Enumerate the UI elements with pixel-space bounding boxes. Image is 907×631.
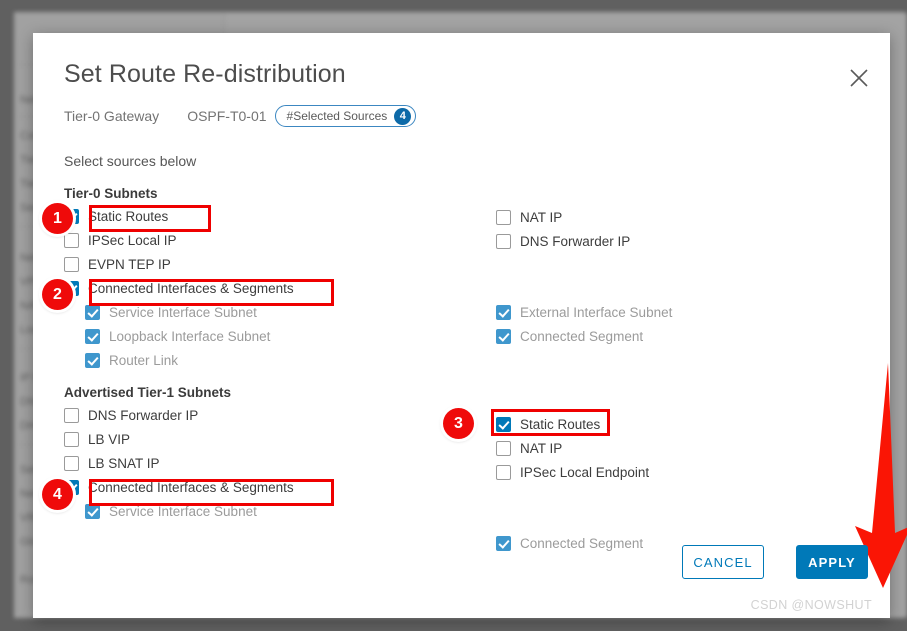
checkbox-label: Connected Segment (520, 329, 644, 344)
checkbox-row[interactable]: DNS Forwarder IP (496, 231, 826, 252)
checkbox-row[interactable]: LB SNAT IP (64, 453, 374, 474)
checkbox-row[interactable]: Service Interface Subnet (85, 501, 374, 522)
checkbox-label[interactable]: IPSec Local Endpoint (520, 465, 649, 480)
checkbox-row[interactable]: Connected Segment (496, 326, 826, 347)
tier0-subnets-title: Tier-0 Subnets (64, 186, 158, 201)
tier1-subnets-left-column: Advertised Tier-1 Subnets DNS Forwarder … (64, 385, 374, 525)
watermark: CSDN @NOWSHUT (750, 598, 872, 612)
checkbox-row[interactable]: EVPN TEP IP (64, 254, 374, 275)
checkbox-checked-icon (496, 305, 511, 320)
dialog-subtitle: Tier-0 Gateway OSPF-T0-01 #Selected Sour… (64, 105, 417, 127)
checkbox-label[interactable]: DNS Forwarder IP (520, 234, 630, 249)
checkbox-label[interactable]: NAT IP (520, 441, 562, 456)
checkbox-label[interactable]: NAT IP (520, 210, 562, 225)
checkbox-checked-icon (85, 329, 100, 344)
checkbox-unchecked-icon[interactable] (64, 233, 79, 248)
tier0-subnets-right-column: NAT IP DNS Forwarder IP External Interface… (496, 207, 826, 350)
checkbox-checked-icon[interactable] (496, 417, 511, 432)
annotation-badge-2: 2 (42, 279, 73, 310)
annotation-badge-3: 3 (443, 408, 474, 439)
gateway-type-label: Tier-0 Gateway (64, 108, 160, 124)
checkbox-row[interactable]: IPSec Local Endpoint (496, 462, 826, 483)
checkbox-label: Service Interface Subnet (109, 504, 257, 519)
checkbox-label[interactable]: DNS Forwarder IP (88, 408, 198, 423)
checkbox-label[interactable]: IPSec Local IP (88, 233, 177, 248)
checkbox-unchecked-icon[interactable] (496, 234, 511, 249)
checkbox-row[interactable]: Service Interface Subnet (85, 302, 374, 323)
checkbox-unchecked-icon[interactable] (64, 456, 79, 471)
checkbox-unchecked-icon[interactable] (496, 210, 511, 225)
checkbox-label[interactable]: LB VIP (88, 432, 130, 447)
tier0-subnets-left-column: Tier-0 Subnets Static Routes IPSec Local … (64, 186, 374, 374)
set-route-redistribution-dialog: Set Route Re-distribution Tier-0 Gateway… (33, 33, 907, 618)
checkbox-unchecked-icon[interactable] (496, 465, 511, 480)
checkbox-row[interactable]: NAT IP (496, 438, 826, 459)
checkbox-label[interactable]: EVPN TEP IP (88, 257, 171, 272)
checkbox-label[interactable]: LB SNAT IP (88, 456, 160, 471)
selected-sources-chip[interactable]: #Selected Sources 4 (274, 105, 417, 127)
close-icon[interactable] (846, 65, 872, 91)
checkbox-row[interactable]: NAT IP (496, 207, 826, 228)
tier1-subnets-title: Advertised Tier-1 Subnets (64, 385, 232, 400)
checkbox-label: Loopback Interface Subnet (109, 329, 271, 344)
annotation-badge-1: 1 (42, 203, 73, 234)
checkbox-row[interactable]: Router Link (85, 350, 374, 371)
checkbox-label: External Interface Subnet (520, 305, 673, 320)
checkbox-label: Router Link (109, 353, 179, 368)
checkbox-row[interactable]: Loopback Interface Subnet (85, 326, 374, 347)
checkbox-checked-icon (85, 353, 100, 368)
checkbox-row[interactable]: Connected Interfaces & Segments (64, 278, 374, 299)
gateway-name-label: OSPF-T0-01 (187, 108, 267, 124)
checkbox-row[interactable]: IPSec Local IP (64, 230, 374, 251)
select-sources-hint: Select sources below (64, 153, 197, 169)
checkbox-checked-icon (496, 329, 511, 344)
checkbox-row[interactable]: Connected Interfaces & Segments (64, 477, 374, 498)
checkbox-row[interactable]: LB VIP (64, 429, 374, 450)
checkbox-row[interactable]: Static Routes (64, 206, 374, 227)
dialog-footer: CANCEL APPLY CSDN @NOWSHUT (33, 532, 890, 618)
cancel-button[interactable]: CANCEL (682, 545, 764, 579)
checkbox-checked-icon (85, 504, 100, 519)
annotation-badge-4: 4 (42, 479, 73, 510)
checkbox-label[interactable]: Static Routes (88, 209, 168, 224)
checkbox-label[interactable]: Static Routes (520, 417, 600, 432)
selected-sources-chip-label: #Selected Sources (286, 109, 388, 123)
checkbox-row[interactable]: External Interface Subnet (496, 302, 826, 323)
dialog-title: Set Route Re-distribution (64, 60, 346, 88)
checkbox-label[interactable]: Connected Interfaces & Segments (88, 480, 294, 495)
checkbox-checked-icon (85, 305, 100, 320)
checkbox-row[interactable]: DNS Forwarder IP (64, 405, 374, 426)
checkbox-unchecked-icon[interactable] (496, 441, 511, 456)
checkbox-label: Service Interface Subnet (109, 305, 257, 320)
checkbox-label[interactable]: Connected Interfaces & Segments (88, 281, 294, 296)
checkbox-unchecked-icon[interactable] (64, 432, 79, 447)
checkbox-row[interactable]: Static Routes (496, 414, 826, 435)
apply-button[interactable]: APPLY (796, 545, 868, 579)
selected-sources-count-badge: 4 (394, 107, 412, 125)
checkbox-unchecked-icon[interactable] (64, 257, 79, 272)
checkbox-unchecked-icon[interactable] (64, 408, 79, 423)
